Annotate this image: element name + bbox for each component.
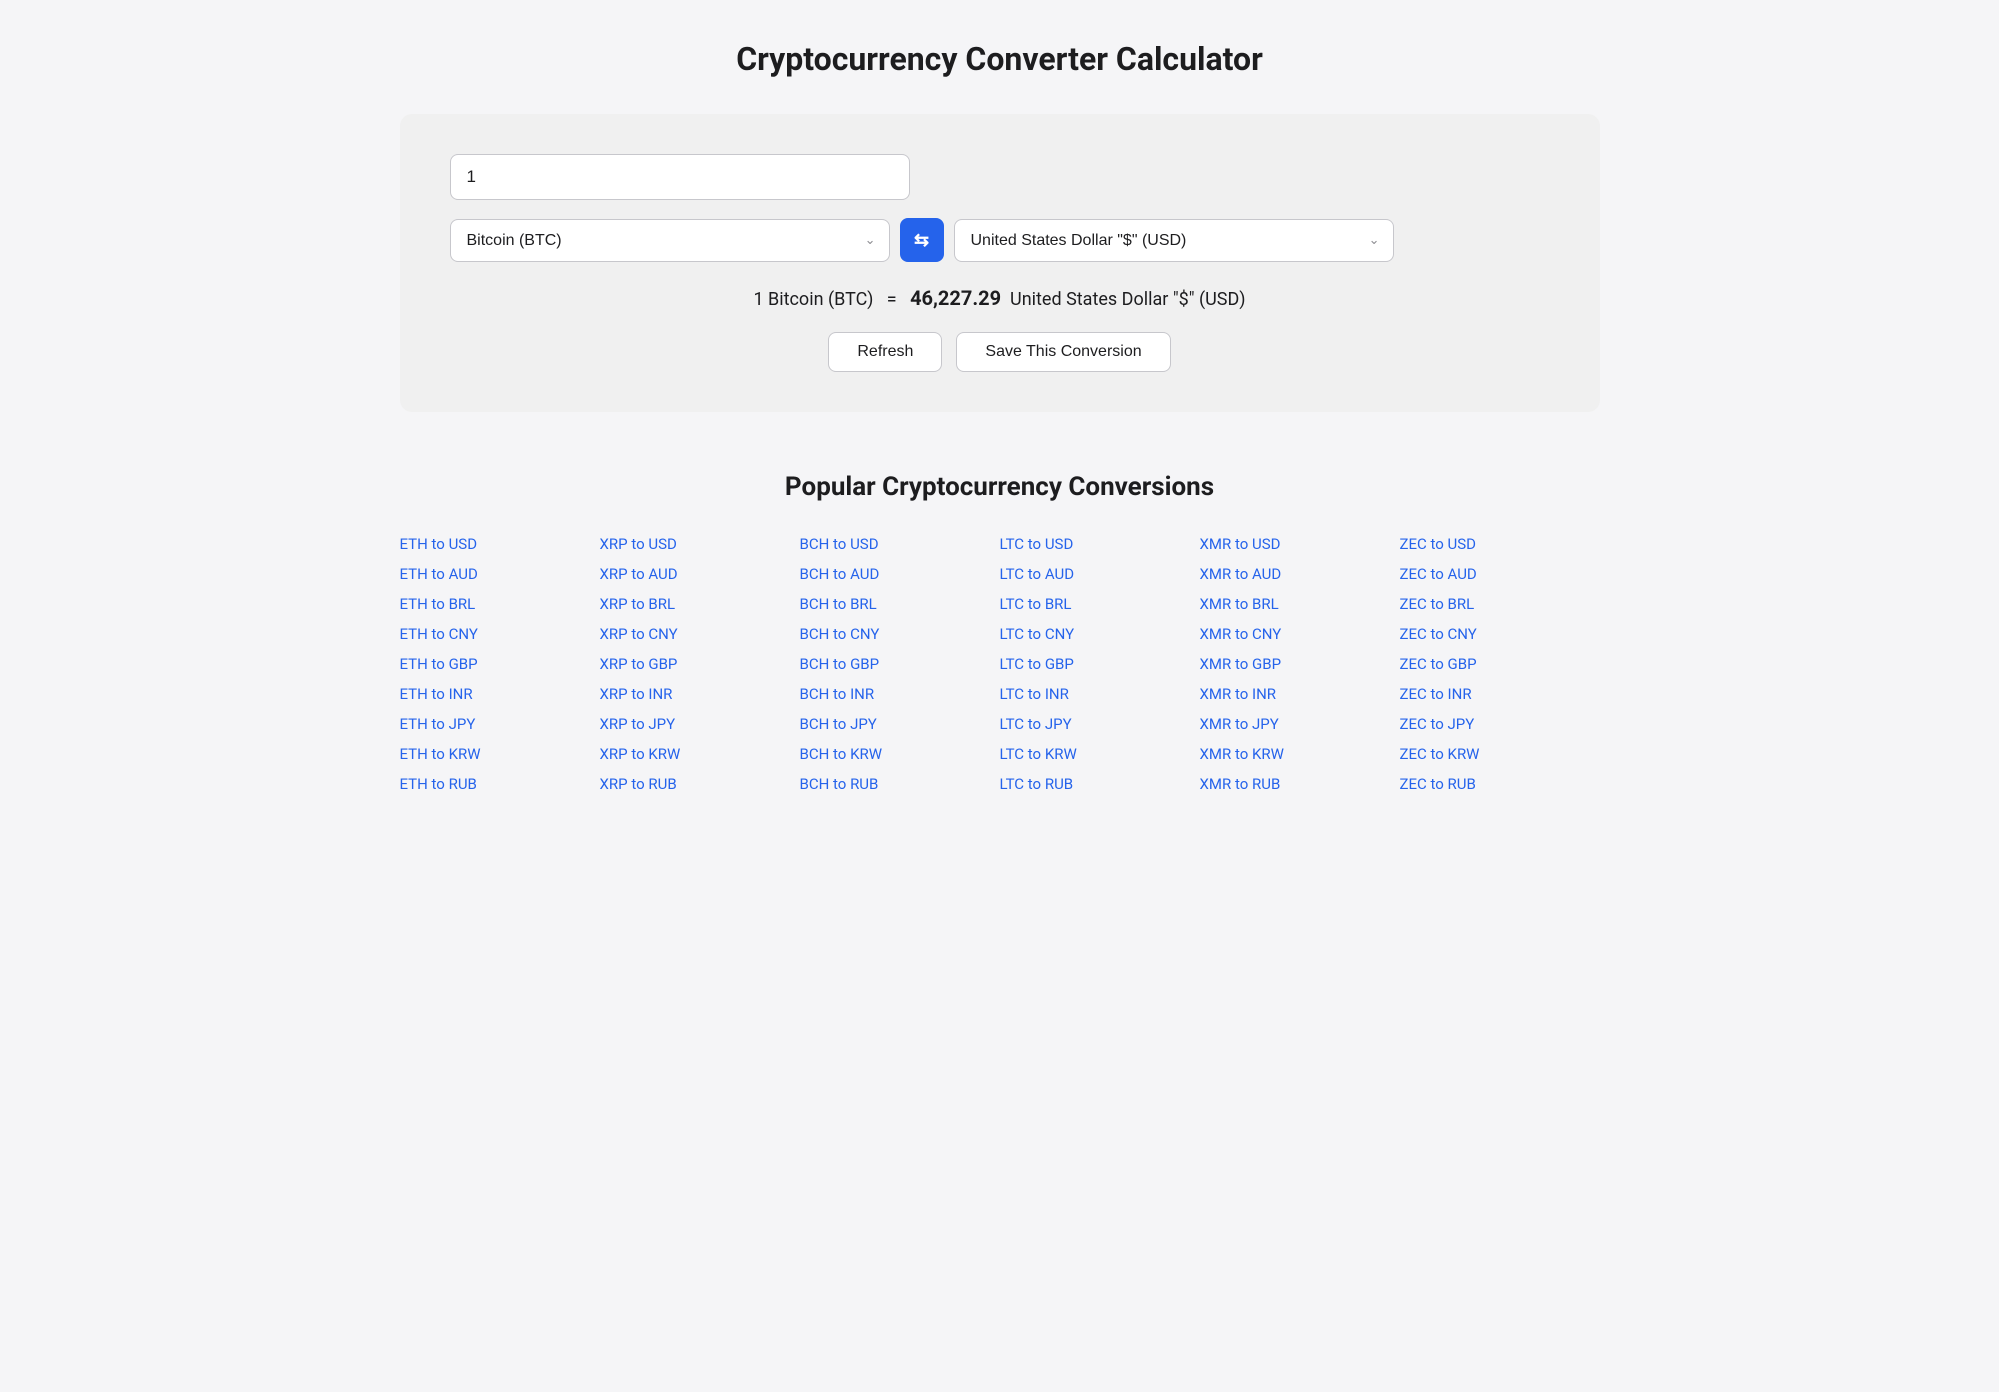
conversion-column-xrp: XRP to USDXRP to AUDXRP to BRLXRP to CNY… <box>600 530 800 798</box>
conversion-column-zec: ZEC to USDZEC to AUDZEC to BRLZEC to CNY… <box>1400 530 1600 798</box>
conversion-column-eth: ETH to USDETH to AUDETH to BRLETH to CNY… <box>400 530 600 798</box>
conversion-link[interactable]: BCH to KRW <box>800 740 1000 768</box>
conversion-link[interactable]: XRP to CNY <box>600 620 800 648</box>
conversion-link[interactable]: ETH to KRW <box>400 740 600 768</box>
conversion-link[interactable]: ETH to USD <box>400 530 600 558</box>
conversion-link[interactable]: BCH to BRL <box>800 590 1000 618</box>
conversion-link[interactable]: XMR to KRW <box>1200 740 1400 768</box>
conversion-link[interactable]: XMR to GBP <box>1200 650 1400 678</box>
conversion-link[interactable]: ZEC to CNY <box>1400 620 1600 648</box>
page-title: Cryptocurrency Converter Calculator <box>60 40 1939 78</box>
refresh-button[interactable]: Refresh <box>828 332 942 372</box>
conversion-link[interactable]: ZEC to INR <box>1400 680 1600 708</box>
conversion-column-bch: BCH to USDBCH to AUDBCH to BRLBCH to CNY… <box>800 530 1000 798</box>
conversion-link[interactable]: XRP to JPY <box>600 710 800 738</box>
conversion-link[interactable]: ETH to RUB <box>400 770 600 798</box>
selectors-row: Bitcoin (BTC) ⌄ ⇆ United States Dollar "… <box>450 218 1550 262</box>
conversion-link[interactable]: XMR to RUB <box>1200 770 1400 798</box>
conversion-link[interactable]: ZEC to KRW <box>1400 740 1600 768</box>
conversion-link[interactable]: ETH to AUD <box>400 560 600 588</box>
conversion-link[interactable]: XMR to JPY <box>1200 710 1400 738</box>
conversion-link[interactable]: ETH to INR <box>400 680 600 708</box>
conversion-link[interactable]: XMR to CNY <box>1200 620 1400 648</box>
conversion-link[interactable]: BCH to JPY <box>800 710 1000 738</box>
conversion-link[interactable]: BCH to CNY <box>800 620 1000 648</box>
conversion-link[interactable]: LTC to AUD <box>1000 560 1200 588</box>
conversion-column-ltc: LTC to USDLTC to AUDLTC to BRLLTC to CNY… <box>1000 530 1200 798</box>
result-row: 1 Bitcoin (BTC) = 46,227.29 United State… <box>450 286 1550 310</box>
from-currency-select[interactable]: Bitcoin (BTC) <box>450 219 890 262</box>
conversion-link[interactable]: XRP to RUB <box>600 770 800 798</box>
conversion-link[interactable]: BCH to GBP <box>800 650 1000 678</box>
conversion-link[interactable]: ETH to GBP <box>400 650 600 678</box>
conversion-link[interactable]: ETH to BRL <box>400 590 600 618</box>
from-currency-wrapper: Bitcoin (BTC) ⌄ <box>450 219 890 262</box>
actions-row: Refresh Save This Conversion <box>450 332 1550 372</box>
conversion-link[interactable]: BCH to RUB <box>800 770 1000 798</box>
conversion-link[interactable]: XMR to BRL <box>1200 590 1400 618</box>
conversion-link[interactable]: ZEC to JPY <box>1400 710 1600 738</box>
conversion-link[interactable]: XRP to KRW <box>600 740 800 768</box>
conversion-link[interactable]: BCH to INR <box>800 680 1000 708</box>
conversion-link[interactable]: ZEC to BRL <box>1400 590 1600 618</box>
conversion-link[interactable]: LTC to KRW <box>1000 740 1200 768</box>
conversion-link[interactable]: LTC to CNY <box>1000 620 1200 648</box>
conversion-link[interactable]: LTC to BRL <box>1000 590 1200 618</box>
conversion-link[interactable]: XRP to INR <box>600 680 800 708</box>
result-from-text: 1 Bitcoin (BTC) <box>753 289 873 310</box>
conversion-link[interactable]: LTC to USD <box>1000 530 1200 558</box>
save-conversion-button[interactable]: Save This Conversion <box>956 332 1170 372</box>
conversion-link[interactable]: ZEC to USD <box>1400 530 1600 558</box>
conversion-link[interactable]: XRP to USD <box>600 530 800 558</box>
conversions-grid: ETH to USDETH to AUDETH to BRLETH to CNY… <box>400 530 1600 798</box>
conversion-link[interactable]: ZEC to AUD <box>1400 560 1600 588</box>
conversion-link[interactable]: XRP to AUD <box>600 560 800 588</box>
conversion-link[interactable]: LTC to JPY <box>1000 710 1200 738</box>
conversion-link[interactable]: XMR to AUD <box>1200 560 1400 588</box>
conversion-link[interactable]: ZEC to RUB <box>1400 770 1600 798</box>
popular-title: Popular Cryptocurrency Conversions <box>400 472 1600 502</box>
converter-card: Bitcoin (BTC) ⌄ ⇆ United States Dollar "… <box>400 114 1600 412</box>
result-unit: United States Dollar "$" (USD) <box>1006 289 1246 310</box>
conversion-link[interactable]: XRP to GBP <box>600 650 800 678</box>
swap-button[interactable]: ⇆ <box>900 218 944 262</box>
conversion-link[interactable]: XRP to BRL <box>600 590 800 618</box>
conversion-column-xmr: XMR to USDXMR to AUDXMR to BRLXMR to CNY… <box>1200 530 1400 798</box>
popular-section: Popular Cryptocurrency Conversions ETH t… <box>400 472 1600 798</box>
to-currency-wrapper: United States Dollar "$" (USD) ⌄ <box>954 219 1394 262</box>
conversion-link[interactable]: LTC to INR <box>1000 680 1200 708</box>
conversion-link[interactable]: XMR to USD <box>1200 530 1400 558</box>
conversion-link[interactable]: ZEC to GBP <box>1400 650 1600 678</box>
to-currency-select[interactable]: United States Dollar "$" (USD) <box>954 219 1394 262</box>
swap-icon: ⇆ <box>914 230 929 251</box>
conversion-link[interactable]: LTC to GBP <box>1000 650 1200 678</box>
conversion-link[interactable]: BCH to USD <box>800 530 1000 558</box>
result-value: 46,227.29 <box>910 286 1001 310</box>
amount-input[interactable] <box>450 154 910 200</box>
conversion-link[interactable]: BCH to AUD <box>800 560 1000 588</box>
conversion-link[interactable]: LTC to RUB <box>1000 770 1200 798</box>
conversion-link[interactable]: ETH to JPY <box>400 710 600 738</box>
conversion-link[interactable]: ETH to CNY <box>400 620 600 648</box>
result-equals: = <box>878 289 906 310</box>
conversion-link[interactable]: XMR to INR <box>1200 680 1400 708</box>
